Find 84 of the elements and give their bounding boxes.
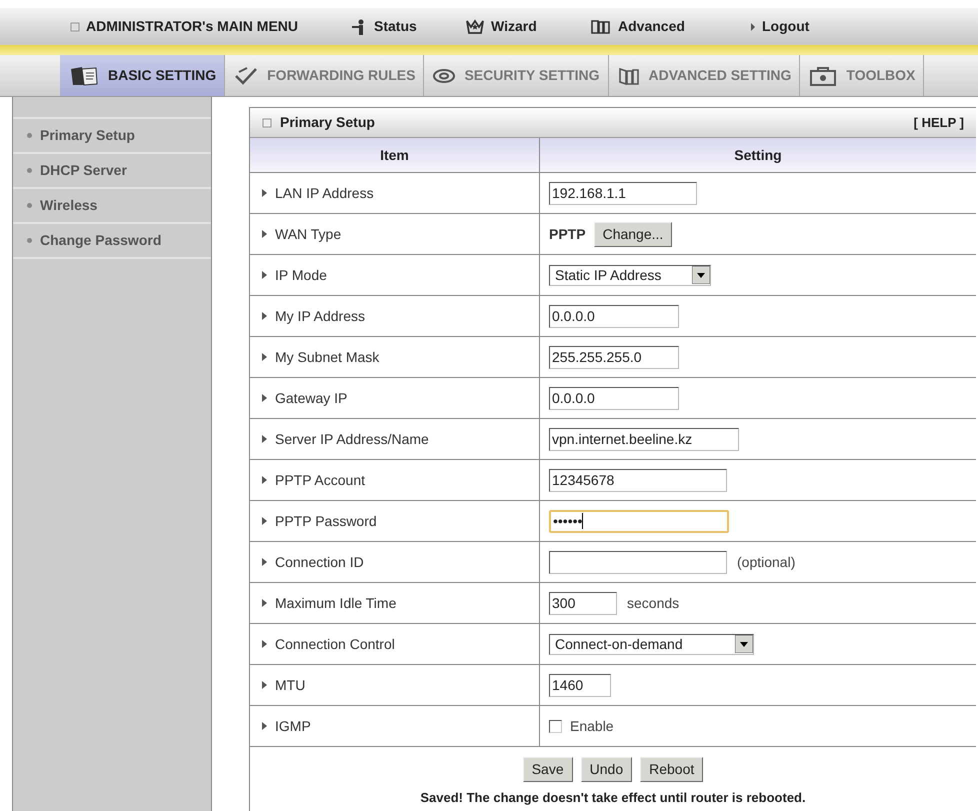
triangle-icon bbox=[262, 435, 267, 443]
sidebar-item[interactable]: DHCP Server bbox=[13, 152, 211, 187]
sidebar-label: Change Password bbox=[40, 231, 162, 250]
triangle-icon bbox=[262, 517, 267, 525]
caret-icon bbox=[692, 266, 710, 284]
text-field[interactable]: 300 bbox=[549, 592, 617, 614]
menu-link[interactable]: Advanced bbox=[618, 16, 685, 37]
action-button[interactable]: Reboot bbox=[640, 757, 704, 782]
item-label: LAN IP Address bbox=[275, 184, 374, 202]
triangle-icon bbox=[262, 312, 267, 320]
triangle-icon bbox=[262, 189, 267, 197]
books-icon bbox=[616, 66, 641, 86]
menu-link[interactable]: Wizard bbox=[491, 16, 537, 37]
triangle-icon bbox=[262, 271, 267, 279]
triangle-icon bbox=[262, 681, 267, 689]
item-label: Gateway IP bbox=[275, 388, 348, 408]
text-field[interactable]: 0.0.0.0 bbox=[549, 386, 679, 410]
triangle-icon bbox=[262, 640, 267, 648]
bullet-icon bbox=[27, 238, 32, 243]
sidebar-item[interactable]: Change Password bbox=[13, 222, 211, 257]
document-icon bbox=[68, 64, 100, 86]
arrow-icon bbox=[750, 22, 756, 30]
triangle-icon bbox=[262, 558, 267, 566]
books-icon bbox=[590, 18, 612, 34]
sidebar-label: Primary Setup bbox=[40, 126, 135, 145]
item-label: My IP Address bbox=[275, 306, 366, 326]
panel-title: Primary Setup bbox=[280, 113, 375, 132]
text-field[interactable]: 12345678 bbox=[549, 468, 727, 492]
text-field[interactable]: 0.0.0.0 bbox=[549, 304, 679, 328]
tab[interactable]: BASIC SETTING bbox=[60, 55, 226, 96]
bullet-icon bbox=[27, 133, 32, 138]
triangle-icon bbox=[262, 476, 267, 484]
checkbox-label: Enable bbox=[570, 716, 614, 736]
field-suffix: (optional) bbox=[737, 552, 796, 572]
triangle-icon bbox=[262, 230, 267, 238]
item-label: Server IP Address/Name bbox=[275, 430, 429, 448]
menu-link[interactable]: Status bbox=[374, 16, 417, 37]
bullet-icon bbox=[27, 203, 32, 208]
dropdown[interactable]: Connect-on-demand bbox=[549, 634, 754, 654]
sidebar-label: Wireless bbox=[40, 196, 98, 215]
dropdown[interactable]: Static IP Address bbox=[549, 264, 711, 286]
checkbox[interactable] bbox=[549, 720, 562, 732]
item-label: IGMP bbox=[275, 716, 311, 736]
text-field[interactable]: 1460 bbox=[549, 674, 611, 696]
nut-icon bbox=[432, 68, 456, 84]
triangle-icon bbox=[262, 722, 267, 730]
item-label: PPTP Password bbox=[275, 512, 377, 530]
sidebar-item[interactable]: Wireless bbox=[13, 187, 211, 222]
triangle-icon bbox=[262, 394, 267, 402]
menu-link[interactable]: Logout bbox=[762, 16, 810, 37]
text-field[interactable]: vpn.internet.beeline.kz bbox=[549, 428, 739, 450]
status-message: Saved! The change doesn't take effect until router is rebooted. bbox=[419, 789, 807, 807]
item-label: Connection ID bbox=[275, 552, 364, 572]
item-label: MTU bbox=[275, 676, 306, 694]
item-label: Maximum Idle Time bbox=[275, 594, 396, 612]
item-label: WAN Type bbox=[275, 224, 342, 244]
wan-type-value: PPTP bbox=[549, 224, 586, 244]
menu-link[interactable]: ADMINISTRATOR's MAIN MENU bbox=[86, 16, 298, 37]
sidebar-label: DHCP Server bbox=[40, 161, 127, 180]
text-field[interactable]: •••••• bbox=[549, 510, 729, 532]
square-icon bbox=[262, 118, 272, 128]
square-icon bbox=[70, 22, 80, 32]
triangle-icon bbox=[262, 599, 267, 607]
text-field[interactable] bbox=[549, 550, 727, 574]
checkmark-icon bbox=[233, 66, 260, 86]
change-button[interactable]: Change... bbox=[594, 222, 672, 246]
text-field[interactable]: 192.168.1.1 bbox=[549, 182, 697, 204]
item-label: Connection Control bbox=[275, 634, 395, 654]
text-field[interactable]: 255.255.255.0 bbox=[549, 346, 679, 368]
column-header: Setting bbox=[733, 146, 783, 165]
action-button[interactable]: Save bbox=[522, 757, 573, 782]
caret-icon bbox=[735, 635, 753, 653]
item-label: IP Mode bbox=[275, 266, 327, 284]
action-button[interactable]: Undo bbox=[580, 757, 632, 782]
column-header: Item bbox=[250, 138, 540, 172]
toolbox-icon bbox=[808, 64, 838, 86]
bullet-icon bbox=[27, 168, 32, 173]
item-label: PPTP Account bbox=[275, 470, 366, 490]
help-link[interactable]: [ HELP ] bbox=[914, 112, 964, 132]
sidebar-item[interactable]: Primary Setup bbox=[13, 117, 211, 152]
wizard-icon bbox=[465, 18, 485, 34]
triangle-icon bbox=[262, 353, 267, 361]
field-suffix: seconds bbox=[627, 594, 680, 612]
item-label: My Subnet Mask bbox=[275, 348, 380, 367]
